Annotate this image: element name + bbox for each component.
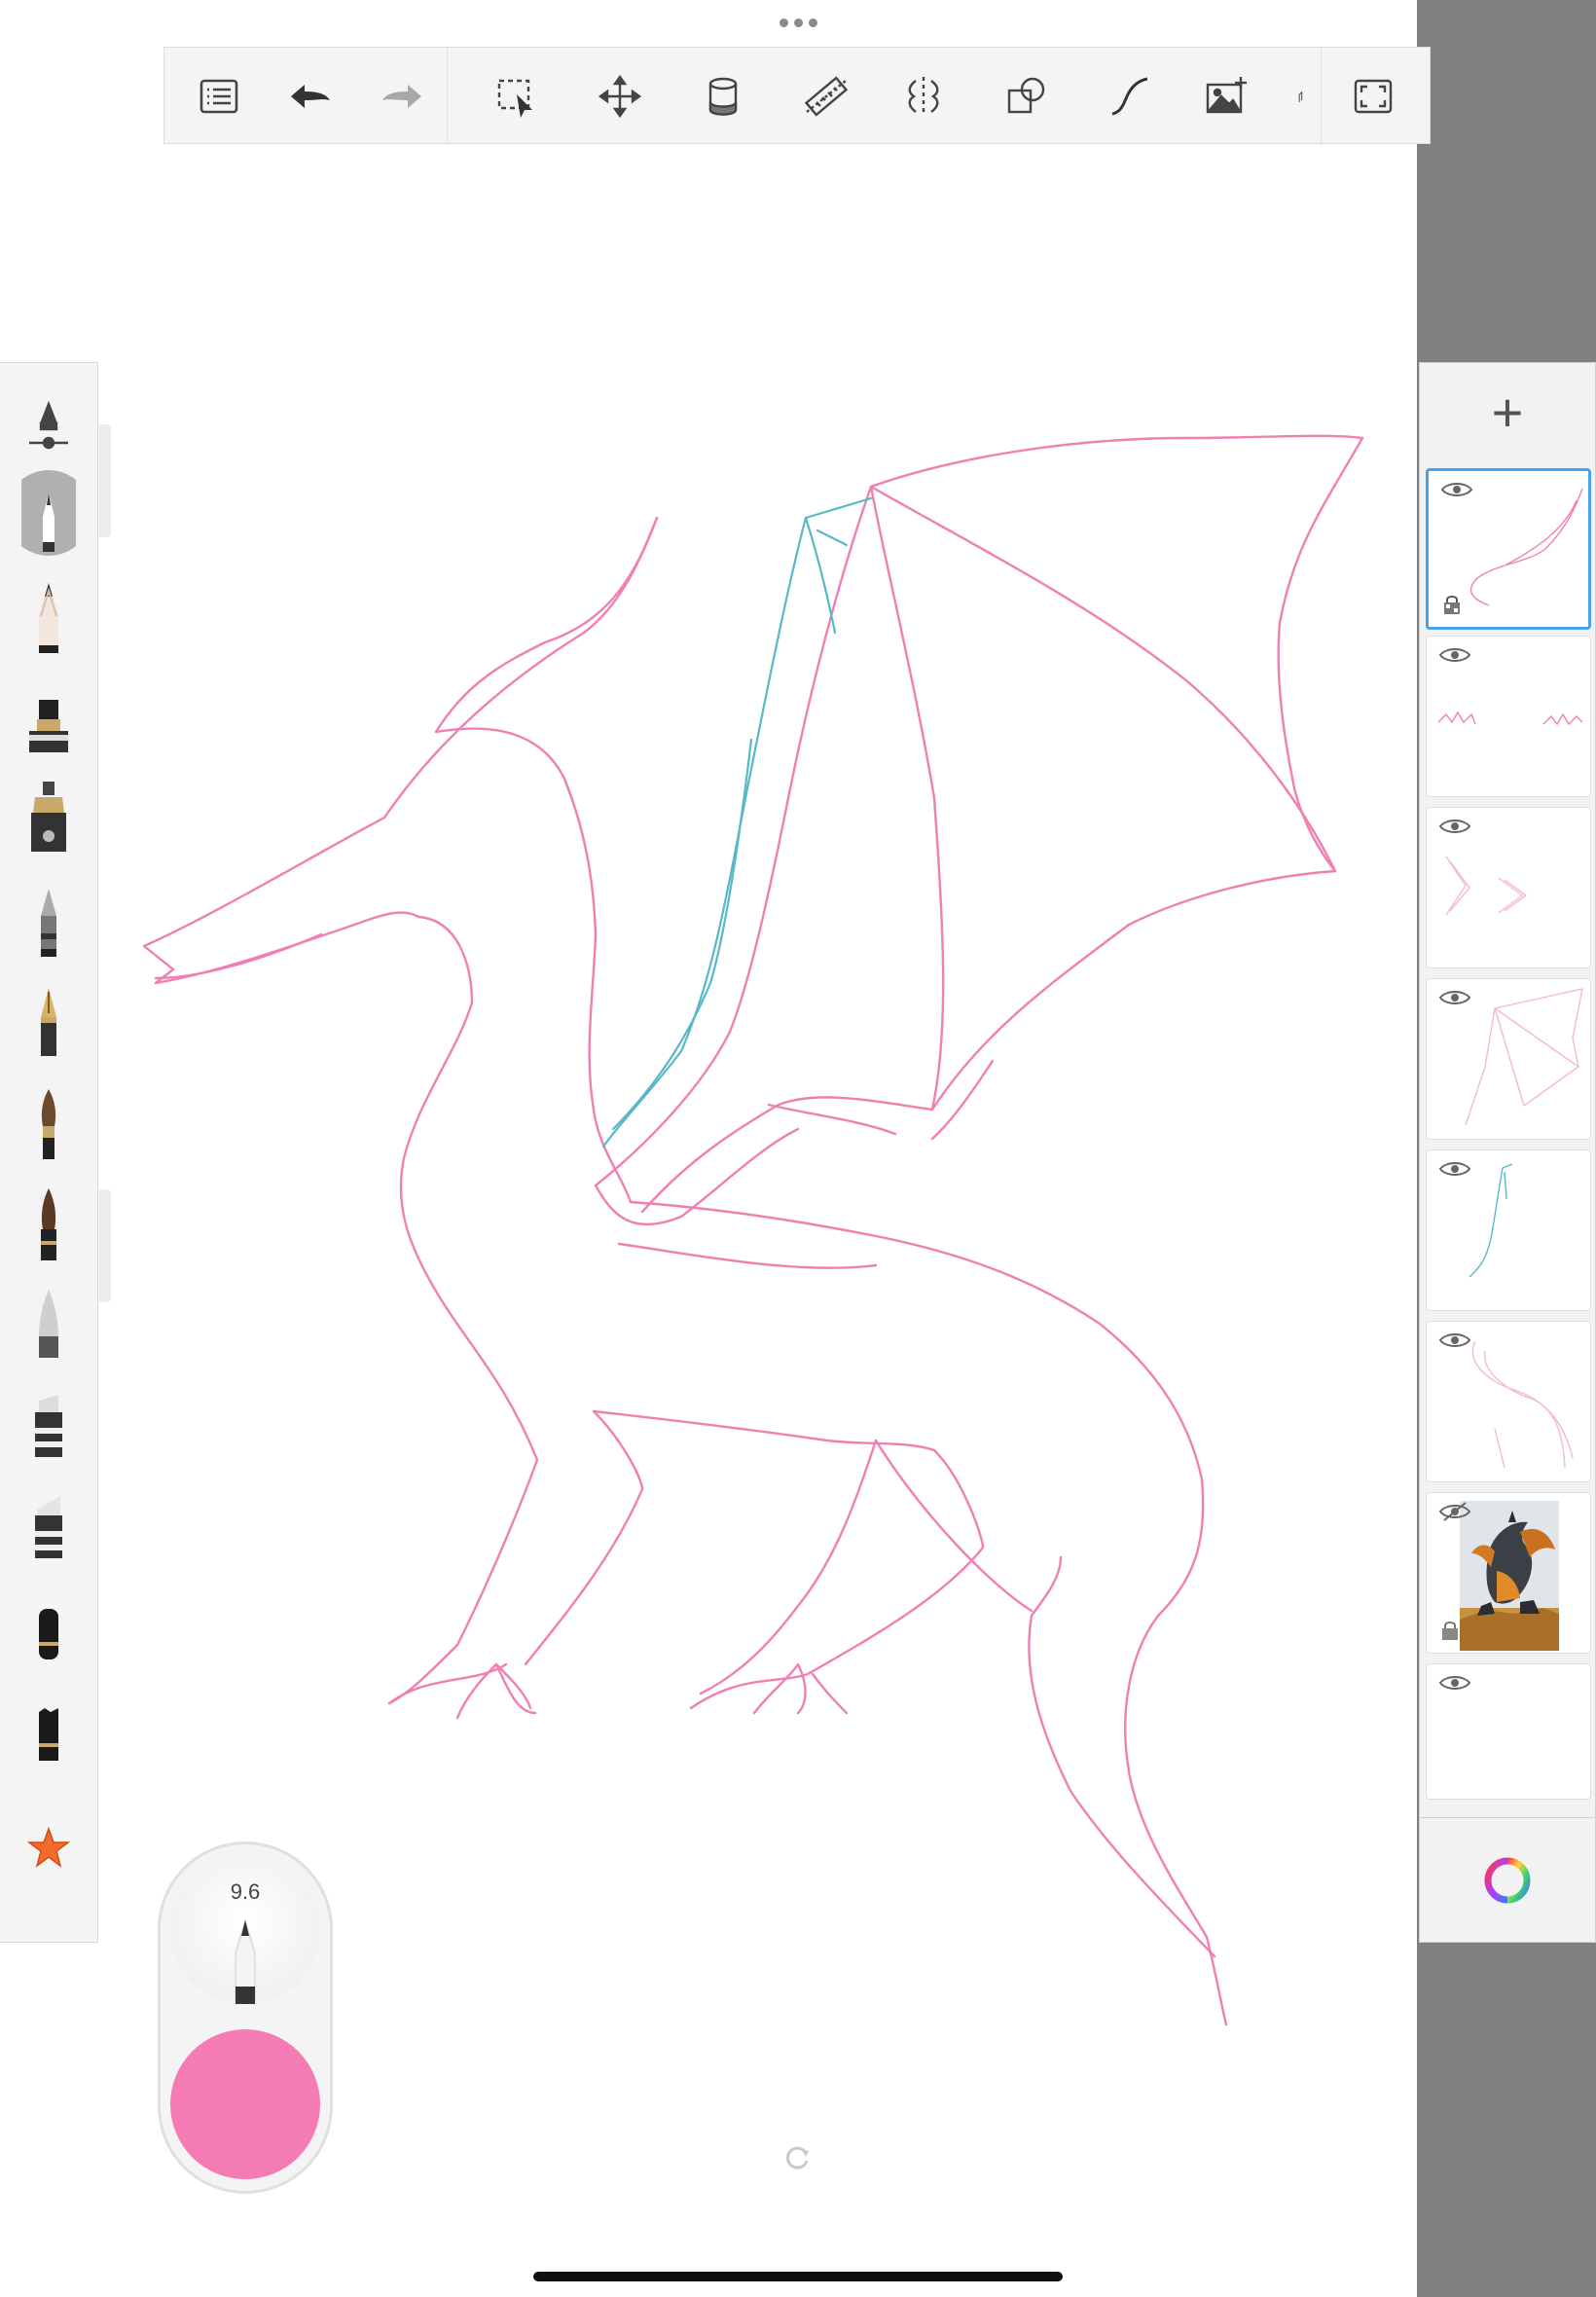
soft-eraser-icon[interactable]: [14, 1681, 84, 1778]
ink-brush-icon[interactable]: [14, 1179, 84, 1276]
add-layer-button[interactable]: +: [1420, 363, 1595, 460]
brush-properties-icon[interactable]: [14, 375, 84, 472]
visibility-eye-icon[interactable]: [1438, 1330, 1471, 1351]
add-image-icon[interactable]: [1200, 69, 1254, 124]
list-icon[interactable]: [192, 69, 246, 124]
palette-grip-top[interactable]: [99, 424, 111, 537]
airbrush-icon[interactable]: [14, 1278, 84, 1375]
brush-size-puck[interactable]: 9.6: [170, 1854, 320, 2004]
paint-brush-icon[interactable]: [14, 1077, 84, 1175]
alpha-lock-icon[interactable]: [1442, 594, 1462, 615]
home-indicator[interactable]: [533, 2272, 1063, 2281]
brush-size-color-widget: 9.6: [158, 1841, 333, 2194]
layer-thumbnail-chevrons[interactable]: [1426, 807, 1591, 968]
wide-marker-icon[interactable]: [14, 1478, 84, 1576]
curve-icon[interactable]: [1103, 69, 1157, 124]
hidden-eye-icon[interactable]: [1438, 1501, 1471, 1522]
top-toolbar: [163, 47, 1431, 145]
fountain-pen-icon[interactable]: [14, 976, 84, 1074]
layer-thumbnail-reference-image[interactable]: [1426, 1492, 1591, 1654]
pencil-selected-icon[interactable]: [14, 464, 84, 562]
selection-icon[interactable]: [490, 69, 544, 124]
eraser-icon[interactable]: [14, 1580, 84, 1677]
redo-icon[interactable]: [375, 69, 429, 124]
visibility-eye-icon[interactable]: [1438, 987, 1471, 1008]
visibility-eye-icon[interactable]: [1438, 1158, 1471, 1180]
current-pencil-icon: [235, 1918, 256, 2004]
layer-thumbnail-wing[interactable]: [1426, 978, 1591, 1140]
move-icon[interactable]: [593, 69, 647, 124]
layer-thumbnail-body[interactable]: [1426, 1321, 1591, 1482]
marker-icon[interactable]: [14, 673, 84, 770]
undo-icon[interactable]: [283, 69, 338, 124]
visibility-eye-icon[interactable]: [1440, 479, 1473, 500]
layer-panel: +: [1419, 362, 1596, 1943]
pencil-icon[interactable]: [14, 571, 84, 669]
ink-pen-icon[interactable]: [14, 772, 84, 869]
ruler-icon[interactable]: [799, 69, 853, 124]
current-color-swatch[interactable]: [170, 2029, 320, 2179]
visibility-eye-icon[interactable]: [1438, 1672, 1471, 1694]
color-wheel-icon: [1484, 1857, 1531, 1903]
brush-size-value: 9.6: [230, 1879, 261, 1904]
layer-lock-icon[interactable]: [1440, 1620, 1460, 1641]
palette-grip-bottom[interactable]: [99, 1189, 111, 1302]
visibility-eye-icon[interactable]: [1438, 816, 1471, 837]
brush-palette: [0, 362, 98, 1943]
layer-thumbnail-blue-guide[interactable]: [1426, 1149, 1591, 1311]
visibility-eye-icon[interactable]: [1438, 644, 1471, 666]
favorites-star-icon[interactable]: [14, 1798, 84, 1895]
layer-thumbnail-head-neck[interactable]: [1426, 468, 1591, 630]
shapes-icon[interactable]: [999, 69, 1054, 124]
layers-tool-icon[interactable]: [1295, 69, 1315, 124]
more-options-icon[interactable]: [777, 16, 819, 29]
symmetry-icon[interactable]: [896, 69, 951, 124]
sync-icon: [785, 2146, 809, 2169]
color-wheel-button[interactable]: [1420, 1817, 1595, 1942]
layer-thumbnail-claws[interactable]: [1426, 636, 1591, 797]
fullscreen-icon[interactable]: [1346, 69, 1400, 124]
ballpoint-icon[interactable]: [14, 875, 84, 972]
chisel-marker-icon[interactable]: [14, 1377, 84, 1475]
layer-thumbnail-blank[interactable]: [1426, 1663, 1591, 1800]
fill-icon[interactable]: [696, 69, 750, 124]
